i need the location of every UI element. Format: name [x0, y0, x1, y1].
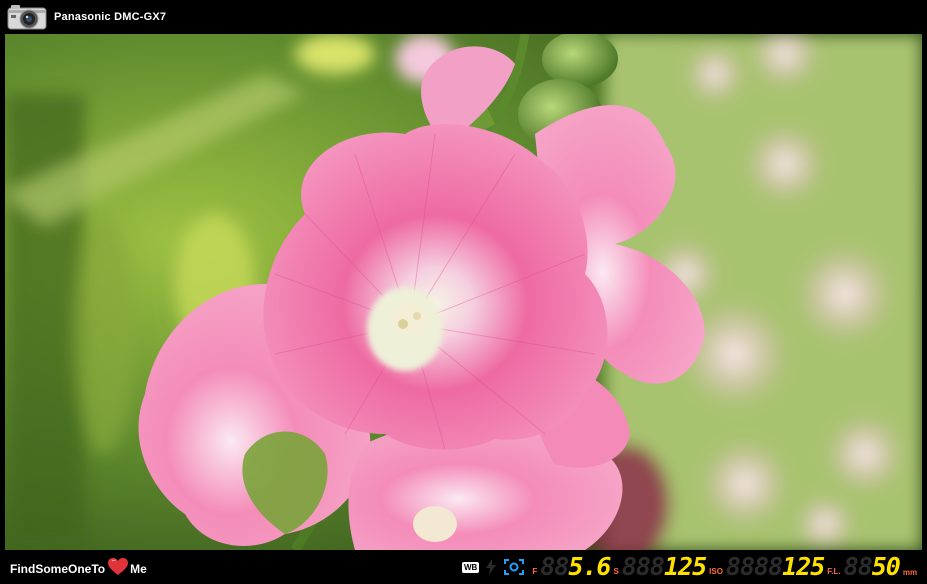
pink-hollyhock-photo: [5, 34, 922, 550]
exif-panel: WB F 885.6 S 888125 ISO 8888125 F.L. 885…: [462, 553, 917, 581]
brand-text-left: FindSomeOneTo: [10, 561, 106, 576]
top-bar: Panasonic DMC-GX7: [0, 0, 927, 34]
shutter-label: S: [613, 566, 619, 576]
bottom-bar: FindSomeOneTo Me WB F 885.6 S 888125 ISO…: [0, 550, 927, 584]
iso-label: ISO: [709, 566, 723, 576]
brand-text-right: Me: [130, 561, 147, 576]
heart-icon: [108, 558, 129, 579]
focal-length-readout: 8850: [843, 552, 901, 581]
aperture-label: F: [532, 566, 538, 576]
iso-readout: 8888125: [725, 552, 825, 581]
aperture-readout: 885.6: [540, 552, 611, 581]
photo: [5, 34, 922, 550]
white-balance-badge: WB: [462, 561, 480, 573]
metering-icon: [503, 558, 525, 576]
watermark-brand: FindSomeOneTo Me: [10, 558, 147, 579]
camera-model: Panasonic DMC-GX7: [54, 11, 167, 23]
focal-length-unit: mm: [902, 567, 918, 577]
flash-icon: [485, 559, 497, 575]
shutter-readout: 888125: [621, 552, 707, 581]
focal-length-label: F.L.: [827, 566, 841, 576]
camera-icon: [7, 4, 47, 30]
